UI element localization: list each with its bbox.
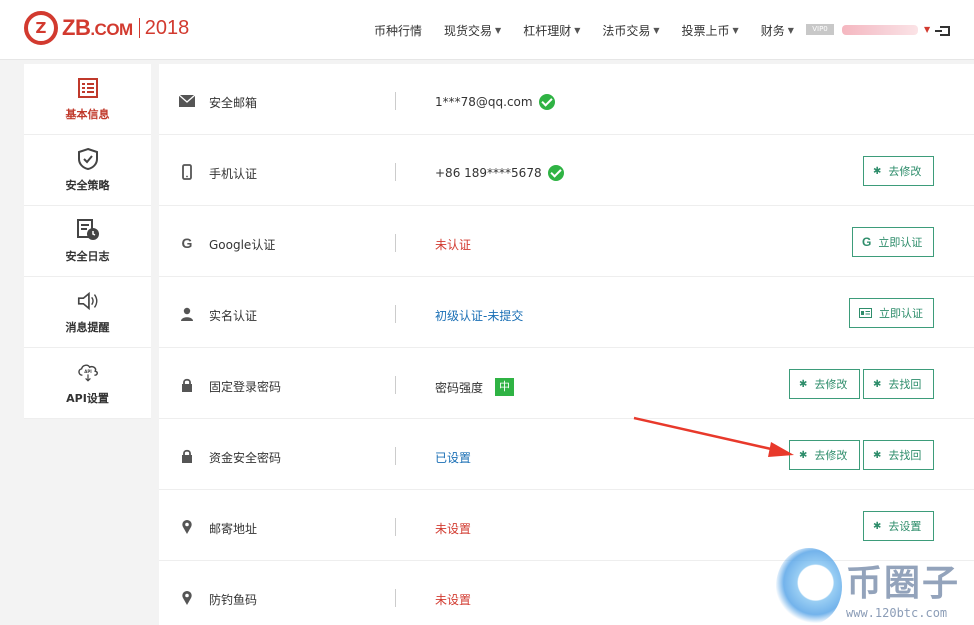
watermark: 币圈子 www.120btc.com <box>776 548 974 625</box>
watermark-title: 币圈子 <box>846 563 961 604</box>
watermark-logo-icon <box>776 548 842 625</box>
watermark-url: www.120btc.com <box>846 606 948 620</box>
annotation-arrow <box>633 416 794 457</box>
